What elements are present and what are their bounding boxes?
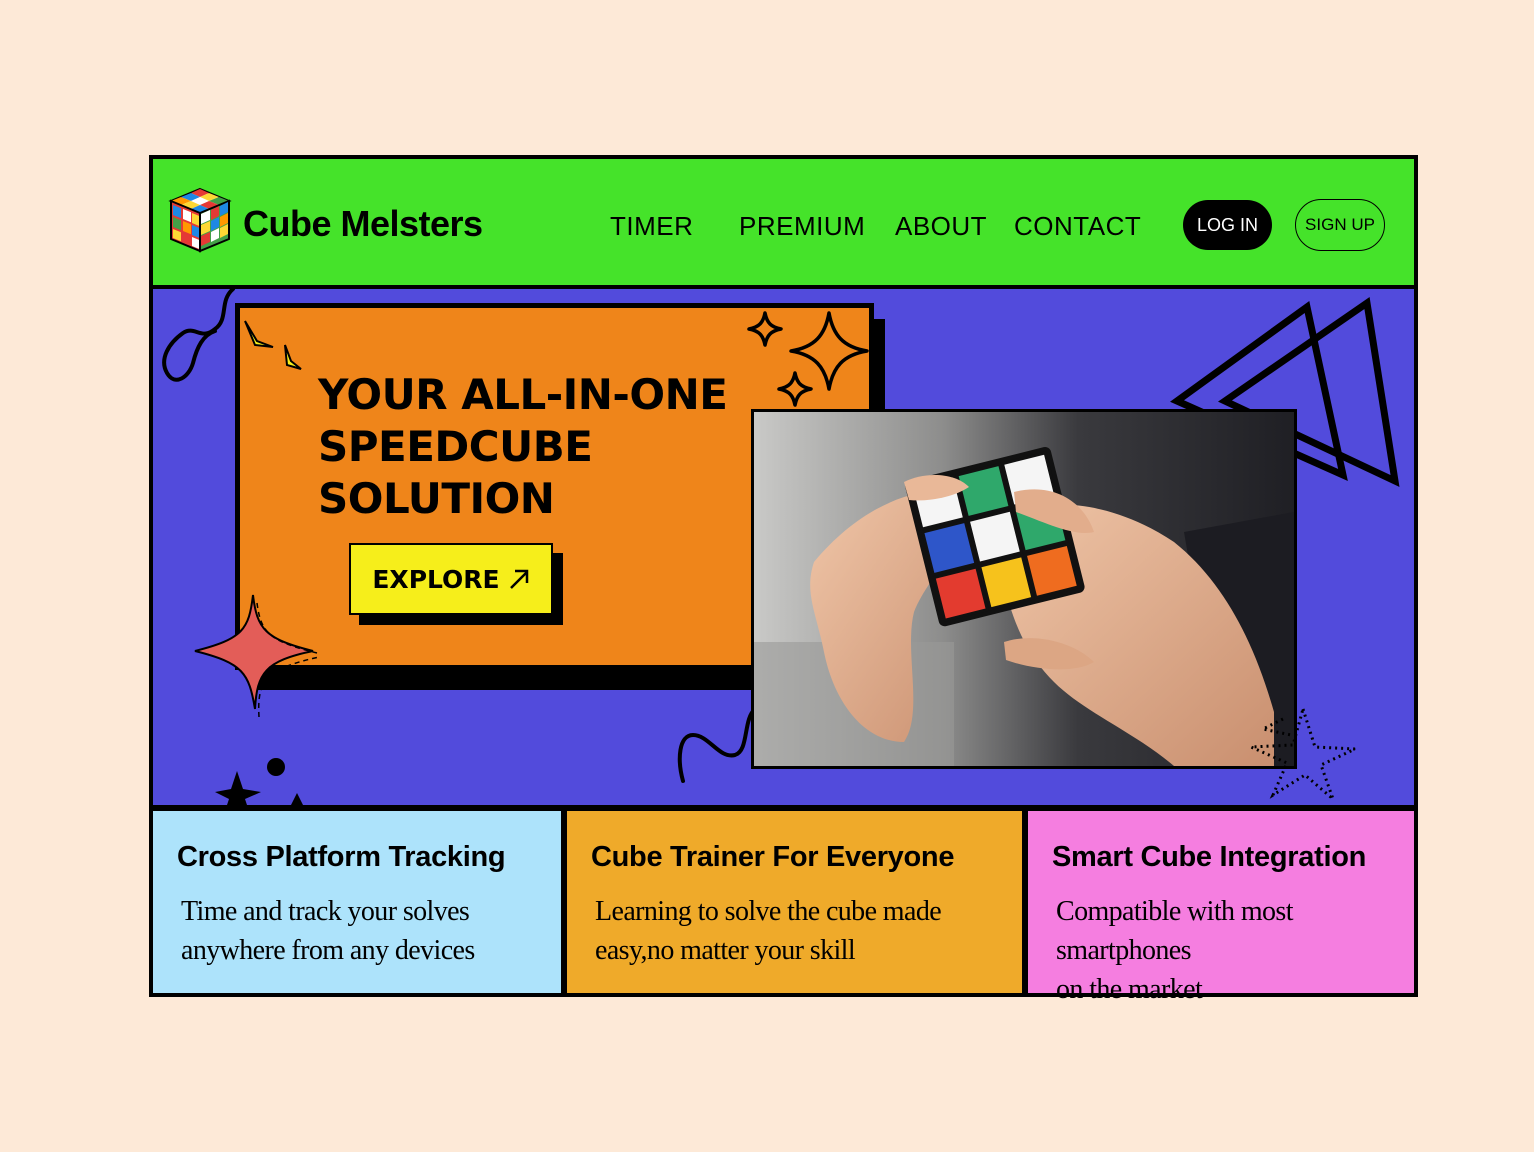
hero-headline: YOUR ALL-IN-ONE SPEEDCUBE SOLUTION [318,369,738,525]
feature-cross-platform[interactable]: Cross Platform Tracking Time and track y… [153,811,561,993]
nav-contact[interactable]: CONTACT [1014,211,1141,242]
explore-label: EXPLORE [372,564,500,594]
explore-button[interactable]: EXPLORE [349,543,553,615]
feature-desc-line-1: Learning to solve the cube made [595,896,942,927]
hands-solving-cube-photo [751,409,1297,769]
black-star-icon [215,758,303,805]
site-header: Cube Melsters TIMER PREMIUM ABOUT CONTAC… [153,159,1414,285]
feature-desc-line-2: on the market [1056,974,1203,1005]
feature-smart-cube[interactable]: Smart Cube Integration Compatible with m… [1028,811,1414,1005]
feature-desc-line-2: anywhere from any devices [181,935,475,966]
feature-title: Smart Cube Integration [1052,841,1367,873]
arrow-up-right-icon [509,569,528,589]
signup-button[interactable]: SIGN UP [1295,199,1385,251]
feature-desc: Time and track your solves anywhere from… [181,892,561,970]
site-frame: Cube Melsters TIMER PREMIUM ABOUT CONTAC… [149,155,1418,1005]
feature-desc-line-2: easy,no matter your skill [595,935,856,966]
feature-desc-line-1: Time and track your solves [181,896,470,927]
headline-line-2: SPEEDCUBE [318,422,593,471]
feature-cube-trainer[interactable]: Cube Trainer For Everyone Learning to so… [567,811,1022,993]
brand-name[interactable]: Cube Melsters [243,203,483,245]
feature-title: Cube Trainer For Everyone [591,841,955,873]
squiggle-icon [162,289,235,382]
rubiks-cube-icon[interactable] [165,185,235,255]
nav-premium[interactable]: PREMIUM [739,211,865,242]
login-button[interactable]: LOG IN [1183,200,1272,250]
squiggle-icon-2 [677,707,757,783]
hero-section: YOUR ALL-IN-ONE SPEEDCUBE SOLUTION EXPLO… [153,289,1414,805]
nav-about[interactable]: ABOUT [895,211,987,242]
feature-desc-line-1: Compatible with most smartphones [1056,896,1293,966]
feature-desc: Learning to solve the cube made easy,no … [595,892,1022,970]
headline-line-3: SOLUTION [318,474,555,523]
headline-line-1: YOUR ALL-IN-ONE [318,370,728,419]
feature-desc: Compatible with most smartphones on the … [1056,892,1414,1009]
feature-title: Cross Platform Tracking [177,841,506,873]
nav-timer[interactable]: TIMER [610,211,693,242]
